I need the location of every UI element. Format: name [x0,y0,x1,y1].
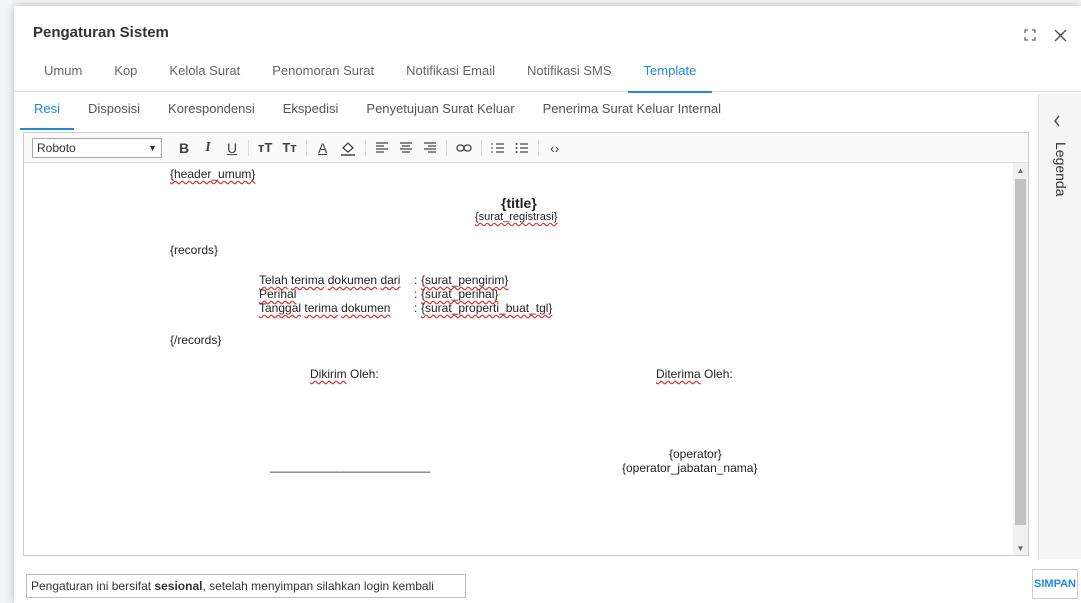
editor-toolbar: Roboto ▼ B I U тT Tт A ‹› [24,133,1028,163]
ordered-list-icon[interactable] [488,137,508,159]
row3-value: {surat_properti_buat_tgl} [421,301,553,315]
tab-kelola-surat[interactable]: Kelola Surat [153,56,256,92]
font-family-value: Roboto [37,140,76,155]
toolbar-separator [445,139,447,156]
toolbar-separator [537,139,539,156]
toolbar-separator [364,139,366,156]
operator-token: {operator} [669,447,722,461]
text-case-icon[interactable]: Tт [279,137,299,159]
title-token: {title} [501,195,537,211]
records-close-token: {/records} [170,333,222,347]
subtab-disposisi[interactable]: Disposisi [74,94,154,130]
row2-value: {surat_perihal} [421,287,499,301]
row2-sep: : [414,287,418,301]
toolbar-separator [305,139,307,156]
subtab-korespondensi[interactable]: Korespondensi [154,94,269,130]
tab-notifikasi-email[interactable]: Notifikasi Email [390,56,511,92]
subtab-resi[interactable]: Resi [20,94,75,130]
header-token: {header_umum} [170,167,256,181]
operator-jabatan-token: {operator_jabatan_nama} [622,461,758,475]
underline-icon[interactable]: U [222,137,242,159]
font-family-select[interactable]: Roboto ▼ [32,137,162,158]
close-icon[interactable] [1051,26,1069,44]
scroll-thumb[interactable] [1015,179,1026,525]
records-open-token: {records} [170,243,219,257]
scroll-down-icon[interactable]: ▼ [1013,541,1028,555]
row1-value: {surat_pengirim} [421,273,509,287]
subtab-penyetujuan-surat-keluar[interactable]: Penyetujuan Surat Keluar [352,94,528,130]
legend-toggle[interactable]: Legenda [1053,142,1069,197]
chevron-left-icon[interactable] [1053,114,1061,130]
link-icon[interactable] [453,137,475,159]
signature-line: ________________________ [270,459,431,473]
template-editor: Roboto ▼ B I U тT Tт A ‹› {header_umum} … [23,132,1029,556]
align-left-icon[interactable] [372,137,392,159]
subtab-penerima-surat-keluar-internal[interactable]: Penerima Surat Keluar Internal [529,94,735,130]
tab-notifikasi-sms[interactable]: Notifikasi SMS [511,56,628,92]
font-color-icon[interactable]: A [313,137,333,159]
editor-scrollbar[interactable]: ▲ ▼ [1013,163,1028,555]
tab-template[interactable]: Template [627,56,713,93]
settings-note: Pengaturan ini bersifat sesional, setela… [26,574,466,598]
toolbar-separator [480,139,482,156]
row3-label: Tanggal terima dokumen [259,301,391,315]
subtab-ekspedisi[interactable]: Ekspedisi [269,94,353,130]
toolbar-separator [248,139,249,156]
dialog-title-bar: Pengaturan Sistem [14,6,1081,54]
tab-kop[interactable]: Kop [98,56,153,92]
font-size-icon[interactable]: тT [255,137,275,159]
template-sub-tabs: Resi Disposisi Korespondensi Ekspedisi P… [14,94,1034,130]
title-actions [1021,26,1069,44]
settings-dialog: Pengaturan Sistem Umum Kop Kelola Surat … [14,6,1081,603]
row1-label: Telah terima dokumen dari [259,273,401,287]
caret-down-icon: ▼ [148,142,157,153]
italic-icon[interactable]: I [198,137,218,159]
fill-color-icon[interactable] [337,137,359,159]
tab-umum[interactable]: Umum [28,56,98,92]
bold-icon[interactable]: B [174,137,194,159]
scroll-up-icon[interactable]: ▲ [1013,163,1028,177]
row2-label: Perihal [259,287,297,301]
row1-sep: : [414,273,418,287]
align-center-icon[interactable] [396,137,416,159]
maximize-icon[interactable] [1021,26,1039,44]
sender-label: Dikirim Oleh: [310,367,379,381]
unordered-list-icon[interactable] [512,137,532,159]
dialog-title: Pengaturan Sistem [33,24,169,41]
align-right-icon[interactable] [420,137,440,159]
receiver-label: Diterima Oleh: [656,367,733,381]
legend-panel: Legenda [1038,94,1081,559]
main-tabs: Umum Kop Kelola Surat Penomoran Surat No… [14,56,1081,93]
tab-penomoran-surat[interactable]: Penomoran Surat [256,56,390,92]
save-button[interactable]: SIMPAN [1032,569,1078,599]
row3-sep: : [414,301,418,315]
code-view-icon[interactable]: ‹› [545,137,565,159]
editor-content[interactable]: {header_umum} {title} {surat_registrasi}… [24,163,1014,555]
registration-token: {surat_registrasi} [475,211,558,223]
